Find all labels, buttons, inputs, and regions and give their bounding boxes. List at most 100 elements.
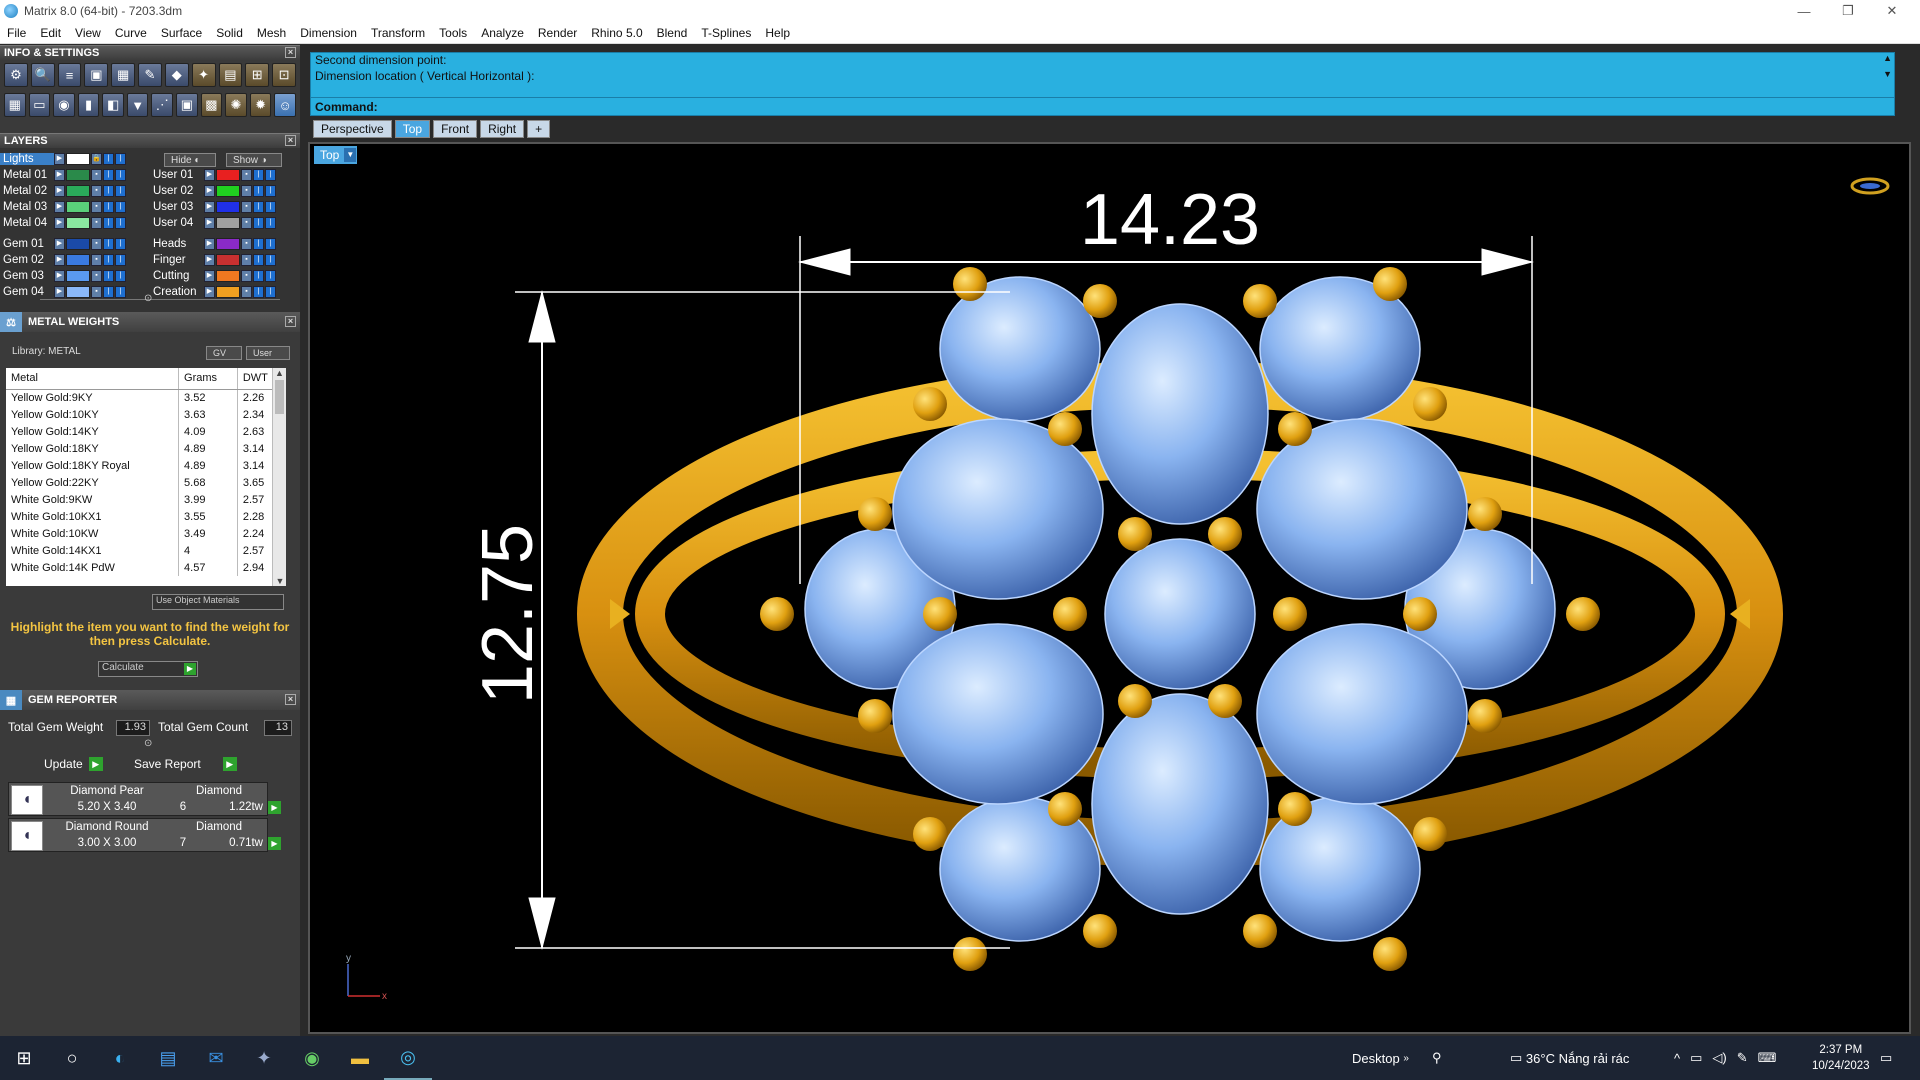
toggle-icon[interactable]: | bbox=[115, 216, 126, 229]
toggle-icon[interactable]: | bbox=[115, 237, 126, 250]
toggle-icon[interactable]: | bbox=[253, 200, 264, 213]
menu-item[interactable]: Dimension bbox=[293, 26, 364, 40]
toggle-icon[interactable]: | bbox=[115, 184, 126, 197]
toggle-icon[interactable]: | bbox=[103, 152, 114, 165]
toggle-icon[interactable]: | bbox=[103, 168, 114, 181]
lock-icon[interactable]: ▪ bbox=[241, 269, 252, 282]
toggle-icon[interactable]: | bbox=[253, 285, 264, 298]
layer-row[interactable]: Creation ▶ ▪ | | bbox=[150, 284, 276, 299]
menu-item[interactable]: Blend bbox=[650, 26, 695, 40]
toggle-icon[interactable]: | bbox=[115, 152, 126, 165]
lock-icon[interactable]: 🔒 bbox=[91, 152, 102, 165]
layer-row[interactable]: Metal 04 ▶ ▪ | | bbox=[0, 215, 126, 230]
layer-row[interactable]: Heads ▶ ▪ | | bbox=[150, 236, 276, 251]
menu-item[interactable]: Rhino 5.0 bbox=[584, 26, 649, 40]
app-green-icon[interactable]: ◉ bbox=[288, 1036, 336, 1080]
layer-color-swatch[interactable] bbox=[216, 237, 240, 250]
table-row[interactable]: White Gold:9KW 3.99 2.57 bbox=[6, 491, 286, 508]
collapse-icon[interactable]: ⊙ bbox=[144, 293, 152, 304]
table-row[interactable]: Yellow Gold:9KY 3.52 2.26 bbox=[6, 389, 286, 406]
file-explorer-icon[interactable]: ▬ bbox=[336, 1036, 384, 1080]
people-icon[interactable]: ⚲ bbox=[1432, 1036, 1442, 1080]
layer-color-swatch[interactable] bbox=[66, 200, 90, 213]
menu-item[interactable]: File bbox=[0, 26, 33, 40]
toggle-icon[interactable]: | bbox=[115, 200, 126, 213]
arrow-icon[interactable]: ▶ bbox=[54, 168, 65, 181]
tray-chevron-up-icon[interactable]: ^ bbox=[1674, 1051, 1680, 1066]
layer-row[interactable]: Metal 02 ▶ ▪ | | bbox=[0, 183, 126, 198]
use-object-materials-button[interactable]: Use Object Materials bbox=[152, 594, 284, 610]
play-icon[interactable]: ▶ bbox=[268, 837, 281, 850]
edge-browser-icon[interactable]: ◐ bbox=[96, 1036, 144, 1080]
lock-icon[interactable]: ▪ bbox=[241, 216, 252, 229]
layer-row[interactable]: Gem 01 ▶ ▪ | | bbox=[0, 236, 126, 251]
lock-icon[interactable]: ▪ bbox=[91, 216, 102, 229]
arrow-icon[interactable]: ▶ bbox=[204, 285, 215, 298]
layer-row[interactable]: User 03 ▶ ▪ | | bbox=[150, 199, 276, 214]
layout-icon[interactable]: ▦ bbox=[4, 93, 26, 117]
render-icon[interactable]: ▩ bbox=[200, 93, 223, 117]
table-row[interactable]: White Gold:14KX1 4 2.57 bbox=[6, 542, 286, 559]
save-report-button[interactable]: Save Report ▶ bbox=[134, 756, 237, 772]
arrow-icon[interactable]: ▶ bbox=[54, 184, 65, 197]
scroll-up-icon[interactable]: ▲ bbox=[273, 368, 286, 378]
toggle-icon[interactable]: | bbox=[265, 253, 276, 266]
arrow-icon[interactable]: ▶ bbox=[54, 152, 65, 165]
toggle-icon[interactable]: | bbox=[265, 269, 276, 282]
rhino-icon[interactable]: ✦ bbox=[240, 1036, 288, 1080]
lock-icon[interactable]: ▪ bbox=[91, 285, 102, 298]
toggle-icon[interactable]: | bbox=[103, 200, 114, 213]
layer-row[interactable]: Metal 01 ▶ ▪ | | bbox=[0, 167, 126, 182]
toggle-icon[interactable]: | bbox=[253, 253, 264, 266]
toggle-icon[interactable]: | bbox=[253, 237, 264, 250]
arrow-icon[interactable]: ▶ bbox=[204, 237, 215, 250]
radial-icon[interactable]: ✹ bbox=[249, 93, 272, 117]
calculator-icon[interactable]: ▦ bbox=[111, 63, 136, 87]
layer-row[interactable]: Metal 03 ▶ ▪ | | bbox=[0, 199, 126, 214]
tab-right[interactable]: Right bbox=[480, 120, 525, 138]
lock-icon[interactable]: ▪ bbox=[241, 184, 252, 197]
layer-row[interactable]: Gem 02 ▶ ▪ | | bbox=[0, 252, 126, 267]
layer-stack-icon[interactable]: ≡ bbox=[57, 63, 82, 87]
cylinder-icon[interactable]: ▮ bbox=[77, 93, 100, 117]
arrow-icon[interactable]: ▶ bbox=[54, 237, 65, 250]
toggle-icon[interactable]: | bbox=[253, 216, 264, 229]
pencil-icon[interactable]: ✎ bbox=[138, 63, 162, 87]
scroll-up-icon[interactable]: ▲ bbox=[1883, 53, 1892, 63]
toggle-icon[interactable]: | bbox=[103, 216, 114, 229]
gem-row[interactable]: ◖ Diamond Round Diamond 3.00 X 3.00 7 0.71tw ▶ bbox=[8, 818, 281, 852]
sphere-icon[interactable]: ◉ bbox=[53, 93, 75, 117]
play-icon[interactable]: ▶ bbox=[268, 801, 281, 814]
top-viewport[interactable]: Top ▼ 14.23 12.75 y x bbox=[308, 142, 1911, 1034]
lock-icon[interactable]: ▪ bbox=[241, 237, 252, 250]
toggle-icon[interactable]: | bbox=[265, 184, 276, 197]
layer-row[interactable]: Gem 03 ▶ ▪ | | bbox=[0, 268, 126, 283]
lock-icon[interactable]: ▪ bbox=[241, 168, 252, 181]
table-row[interactable]: White Gold:10KW 3.49 2.24 bbox=[6, 525, 286, 542]
mail-icon[interactable]: ✉ bbox=[192, 1036, 240, 1080]
menu-item[interactable]: Mesh bbox=[250, 26, 293, 40]
notification-icon[interactable]: ▭ bbox=[1880, 1036, 1892, 1080]
toggle-icon[interactable]: | bbox=[103, 184, 114, 197]
grid-icon[interactable]: ▤ bbox=[218, 63, 243, 87]
layer-color-swatch[interactable] bbox=[216, 285, 240, 298]
arrow-icon[interactable]: ▶ bbox=[54, 216, 65, 229]
layer-row[interactable]: Finger ▶ ▪ | | bbox=[150, 252, 276, 267]
menu-item[interactable]: Transform bbox=[364, 26, 432, 40]
layer-color-swatch[interactable] bbox=[66, 285, 90, 298]
toggle-icon[interactable]: | bbox=[265, 237, 276, 250]
layer-row[interactable]: Cutting ▶ ▪ | | bbox=[150, 268, 276, 283]
toggle-icon[interactable]: | bbox=[115, 168, 126, 181]
arrow-icon[interactable]: ▶ bbox=[204, 184, 215, 197]
clock[interactable]: 2:37 PM 10/24/2023 bbox=[1812, 1036, 1870, 1080]
pen-icon[interactable]: ✎ bbox=[1737, 1050, 1748, 1066]
lock-icon[interactable]: ▪ bbox=[91, 269, 102, 282]
layer-row[interactable]: Gem 04 ▶ ▪ | | bbox=[0, 284, 126, 299]
gv-button[interactable]: GV bbox=[206, 346, 242, 360]
lock-icon[interactable]: ▪ bbox=[91, 200, 102, 213]
show-button[interactable]: Show ◑ bbox=[226, 153, 282, 167]
add-viewport-tab[interactable]: + bbox=[527, 120, 551, 138]
scroll-down-icon[interactable]: ▼ bbox=[1883, 69, 1892, 79]
calculate-button[interactable]: Calculate ▶ bbox=[98, 661, 198, 677]
arrow-icon[interactable]: ▶ bbox=[54, 200, 65, 213]
